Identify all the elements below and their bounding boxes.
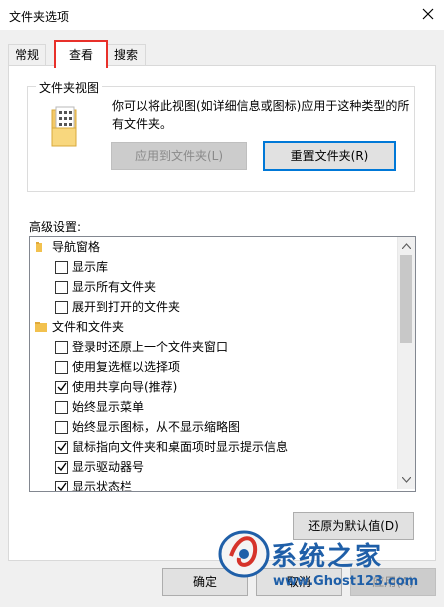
check-icon xyxy=(57,482,67,491)
checkbox-checked[interactable] xyxy=(55,481,68,491)
advanced-settings-label: 高级设置: xyxy=(29,220,82,234)
checkbox-checked[interactable] xyxy=(55,441,68,454)
scroll-down-icon[interactable] xyxy=(402,477,411,483)
checkbox-checked[interactable] xyxy=(55,381,68,394)
window-title: 文件夹选项 xyxy=(9,10,70,24)
scroll-up-icon[interactable] xyxy=(402,243,411,249)
tab-search[interactable]: 搜索 xyxy=(106,44,146,66)
checkbox[interactable] xyxy=(55,341,68,354)
checkbox[interactable] xyxy=(55,361,68,374)
item-label: 展开到打开的文件夹 xyxy=(72,300,181,314)
item-label: 显示所有文件夹 xyxy=(72,280,157,294)
tab-general[interactable]: 常规 xyxy=(8,44,46,66)
folder-view-title: 文件夹视图 xyxy=(36,79,103,96)
item-label: 使用共享向导(推荐) xyxy=(72,380,178,394)
reset-folders-button[interactable]: 重置文件夹(R) xyxy=(263,141,396,171)
checkbox[interactable] xyxy=(55,261,68,274)
item-label: 显示驱动器号 xyxy=(72,460,145,474)
checkbox[interactable] xyxy=(55,401,68,414)
checkbox-checked[interactable] xyxy=(55,461,68,474)
folder-view-icon xyxy=(51,106,77,147)
scrollbar-thumb[interactable] xyxy=(400,255,412,343)
folder-view-description: 你可以将此视图(如详细信息或图标)应用于这种类型的所有文件夹。 xyxy=(112,99,410,131)
tab-view[interactable]: 查看 xyxy=(54,40,108,68)
watermark: 系统之家 www.Ghost123.com xyxy=(213,512,443,607)
title-bar: 文件夹选项 xyxy=(0,0,444,30)
advanced-settings-list[interactable]: 导航窗格 显示库 显示所有文件夹 展开到打开的文件夹 文件和文件夹 登录时还原上… xyxy=(29,236,416,492)
watermark-url: www.Ghost123.com xyxy=(273,574,419,589)
item-label: 显示状态栏 xyxy=(72,480,133,492)
check-icon xyxy=(57,382,67,392)
folder-icon xyxy=(35,322,47,332)
checkbox[interactable] xyxy=(55,281,68,294)
item-label: 显示库 xyxy=(72,260,109,274)
apply-to-folders-button[interactable]: 应用到文件夹(L) xyxy=(111,142,247,170)
group-label: 导航窗格 xyxy=(52,240,101,254)
group-label: 文件和文件夹 xyxy=(52,320,125,334)
close-icon[interactable] xyxy=(420,6,436,22)
navigation-pane-icon xyxy=(36,242,42,252)
checkbox[interactable] xyxy=(55,301,68,314)
check-icon xyxy=(57,462,67,472)
vertical-scrollbar[interactable] xyxy=(397,237,415,489)
watermark-brand: 系统之家 xyxy=(271,542,384,572)
item-label: 始终显示图标，从不显示缩略图 xyxy=(72,420,241,434)
item-label: 始终显示菜单 xyxy=(72,400,145,414)
item-label: 鼠标指向文件夹和桌面项时显示提示信息 xyxy=(72,440,289,454)
check-icon xyxy=(57,442,67,452)
item-label: 登录时还原上一个文件夹窗口 xyxy=(72,340,229,354)
checkbox[interactable] xyxy=(55,421,68,434)
watermark-logo-icon xyxy=(218,530,270,578)
item-label: 使用复选框以选择项 xyxy=(72,360,181,374)
